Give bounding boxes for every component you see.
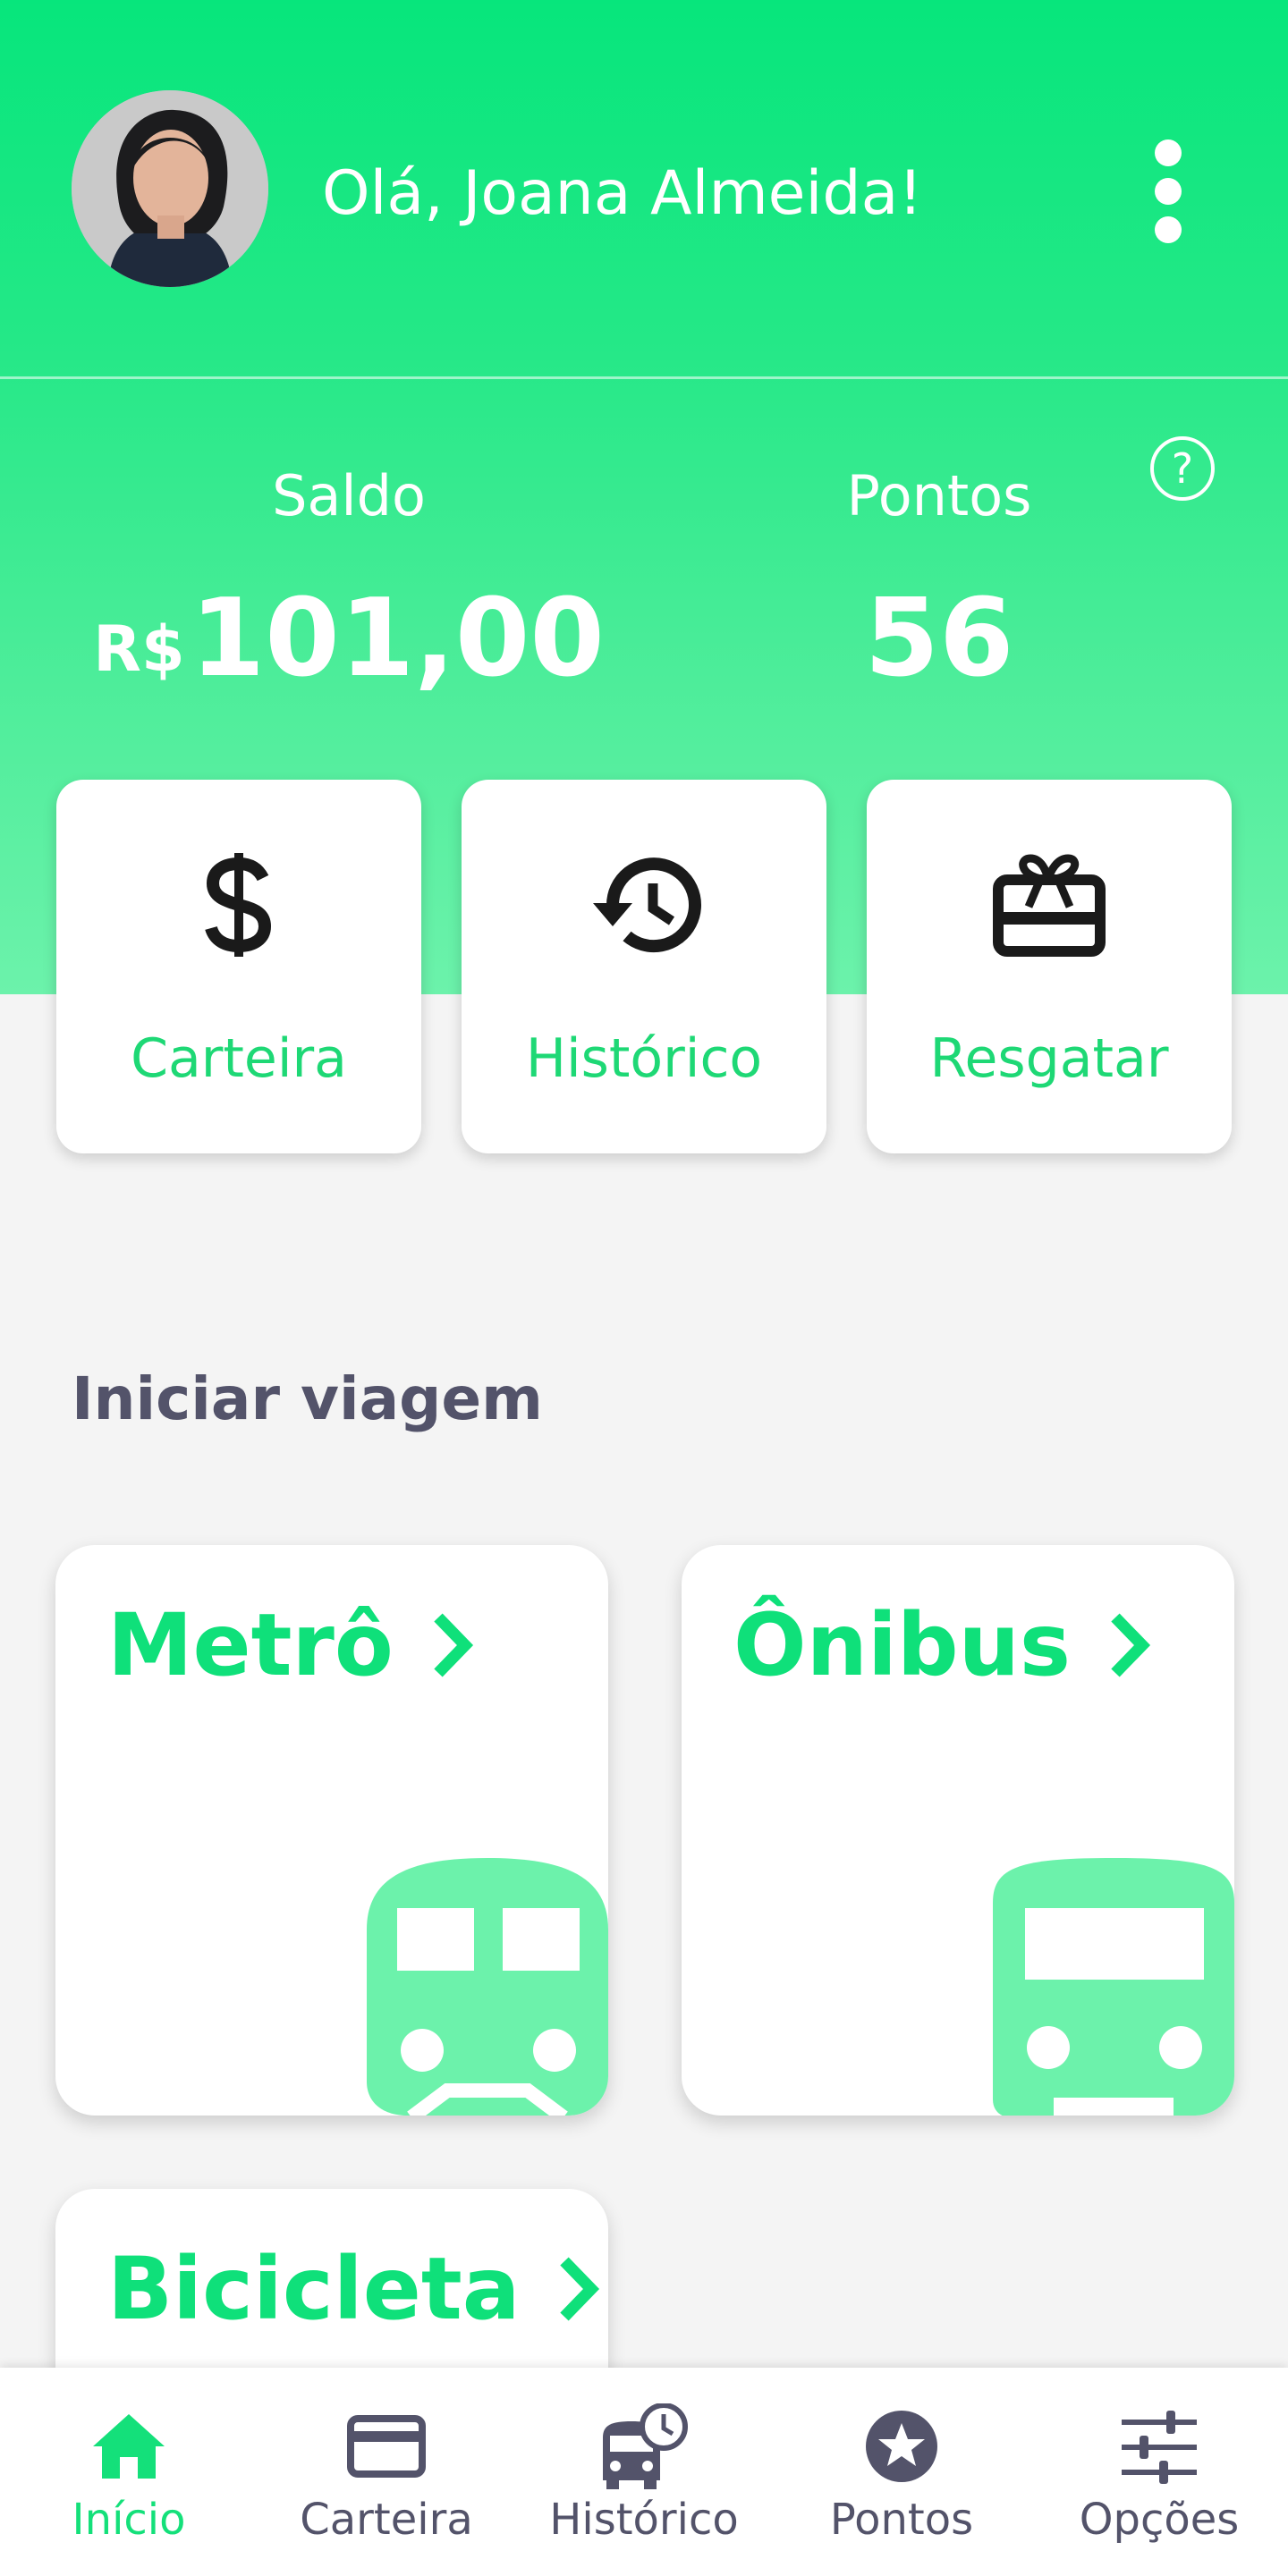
quick-action-historico[interactable]: Histórico bbox=[462, 780, 826, 1153]
header-divider bbox=[0, 376, 1288, 379]
trip-card-metro[interactable]: Metrô bbox=[55, 1545, 608, 2116]
home-icon bbox=[0, 2402, 258, 2491]
saldo-amount: 101,00 bbox=[190, 577, 605, 701]
history-icon bbox=[462, 842, 826, 967]
nav-item-pontos[interactable]: Pontos bbox=[773, 2368, 1030, 2576]
nav-label: Opções bbox=[1079, 2495, 1240, 2545]
trip-card-label: Ônibus bbox=[733, 1595, 1072, 1695]
trip-card-label: Bicicleta bbox=[107, 2239, 521, 2339]
help-circle-icon[interactable]: ? bbox=[1150, 436, 1215, 501]
sliders-icon bbox=[1030, 2402, 1288, 2491]
saldo-currency: R$ bbox=[93, 612, 185, 686]
chevron-right-icon bbox=[557, 2254, 600, 2324]
user-avatar[interactable] bbox=[72, 90, 268, 287]
bus-icon bbox=[993, 1849, 1234, 2116]
quick-action-label: Histórico bbox=[525, 1027, 763, 1090]
star-badge-icon bbox=[773, 2402, 1030, 2491]
saldo-value: R$ 101,00 bbox=[54, 572, 644, 706]
nav-label: Carteira bbox=[300, 2495, 473, 2545]
quick-action-label: Carteira bbox=[131, 1027, 347, 1090]
user-avatar-photo bbox=[72, 90, 268, 287]
nav-label: Histórico bbox=[549, 2495, 739, 2545]
greeting-text: Olá, Joana Almeida! bbox=[322, 158, 923, 229]
section-title-iniciar-viagem: Iniciar viagem bbox=[72, 1364, 543, 1433]
saldo-label: Saldo bbox=[272, 463, 426, 528]
quick-action-carteira[interactable]: Carteira bbox=[56, 780, 421, 1153]
bus-clock-icon bbox=[515, 2402, 773, 2491]
dollar-icon bbox=[56, 842, 421, 967]
nav-label: Início bbox=[72, 2495, 186, 2545]
nav-item-carteira[interactable]: Carteira bbox=[258, 2368, 515, 2576]
menu-dot bbox=[1155, 216, 1182, 243]
pontos-value: 56 bbox=[864, 577, 1014, 701]
quick-action-resgatar[interactable]: Resgatar bbox=[867, 780, 1232, 1153]
trip-card-onibus[interactable]: Ônibus bbox=[682, 1545, 1234, 2116]
trip-card-title: Ônibus bbox=[733, 1592, 1151, 1699]
more-vertical-icon[interactable] bbox=[1138, 132, 1199, 250]
trip-card-title: Bicicleta bbox=[107, 2235, 600, 2343]
menu-dot bbox=[1155, 139, 1182, 166]
nav-item-historico[interactable]: Histórico bbox=[515, 2368, 773, 2576]
trip-card-title: Metrô bbox=[107, 1592, 474, 1699]
trip-card-label: Metrô bbox=[107, 1595, 394, 1695]
nav-item-opcoes[interactable]: Opções bbox=[1030, 2368, 1288, 2576]
chevron-right-icon bbox=[1108, 1610, 1151, 1680]
menu-dot bbox=[1155, 178, 1182, 205]
nav-label: Pontos bbox=[829, 2495, 974, 2545]
gift-card-icon bbox=[867, 842, 1232, 967]
chevron-right-icon bbox=[431, 1610, 474, 1680]
credit-card-icon bbox=[258, 2402, 515, 2491]
quick-action-label: Resgatar bbox=[929, 1027, 1169, 1090]
bottom-navigation: Início Carteira Histórico Pontos Opções bbox=[0, 2368, 1288, 2576]
train-icon bbox=[367, 1849, 608, 2116]
nav-item-inicio[interactable]: Início bbox=[0, 2368, 258, 2576]
pontos-label: Pontos bbox=[846, 463, 1032, 528]
